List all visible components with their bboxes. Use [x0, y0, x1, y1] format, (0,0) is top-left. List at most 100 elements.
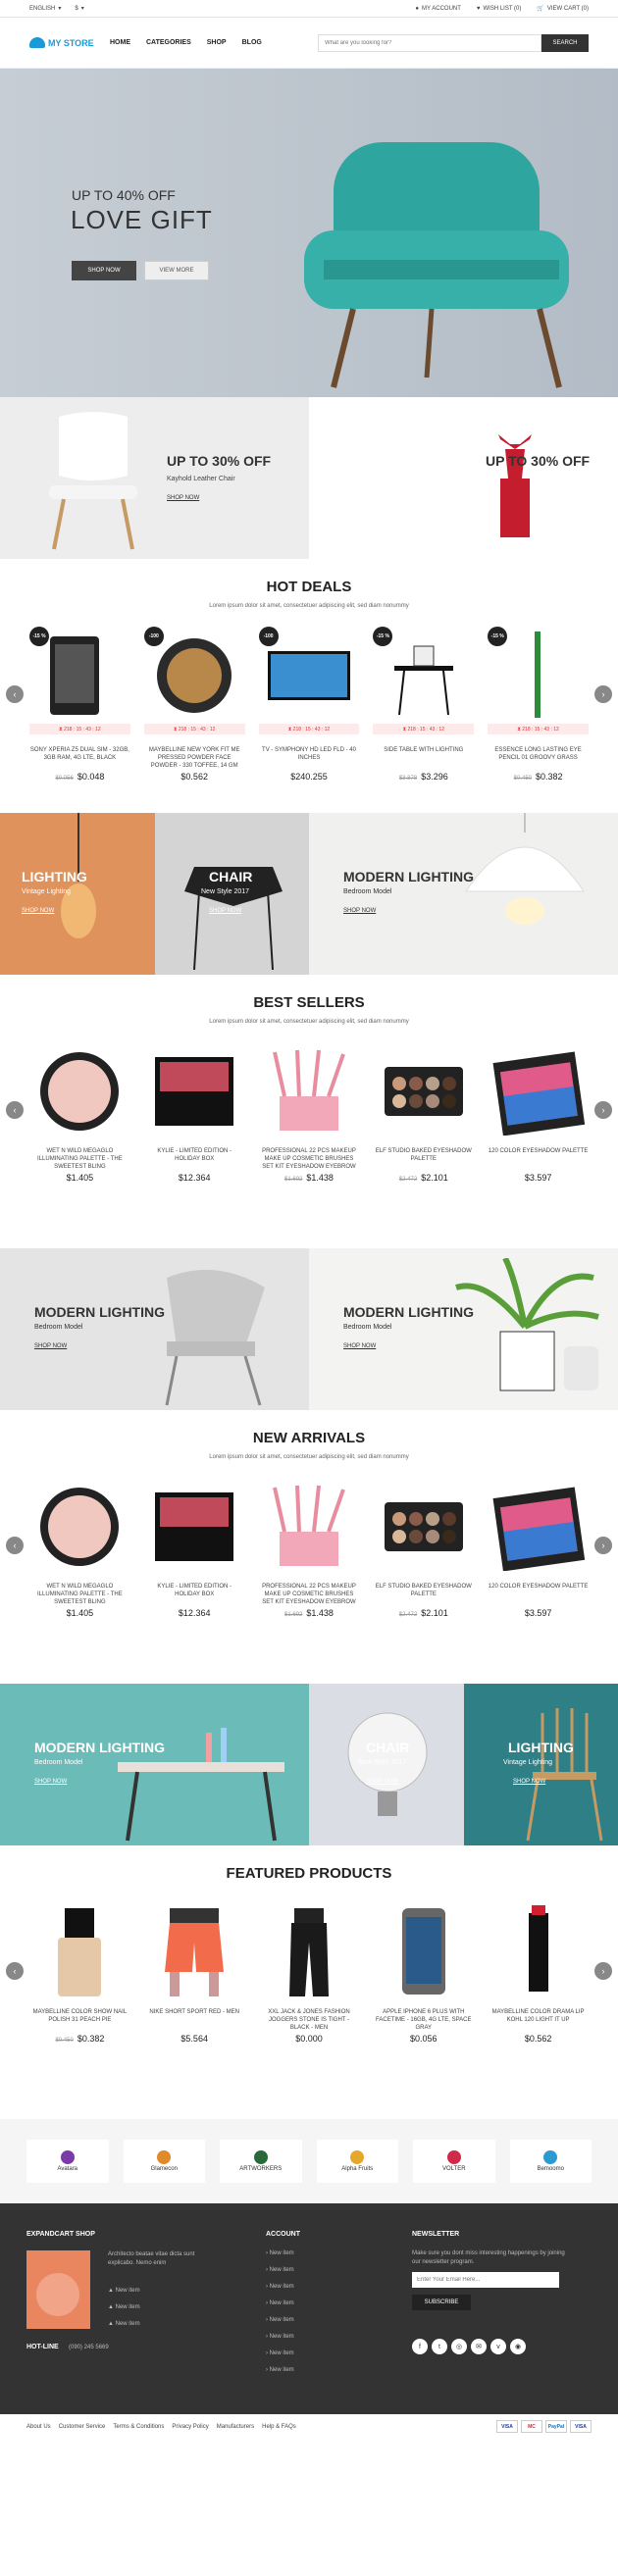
banner-link[interactable]: SHOP NOW — [209, 908, 241, 914]
wishlist-link[interactable]: ♥ WISH LIST (0) — [477, 5, 521, 12]
banner-modern-lighting[interactable]: MODERN LIGHTING Bedroom Model SHOP NOW — [0, 1684, 309, 1845]
product-name[interactable]: ELF STUDIO BAKED EYESHADOW PALETTE — [373, 1583, 474, 1606]
product-card[interactable]: -15 % ⧗ 218 : 15 : 43 : 12 SIDE TABLE WITH… — [373, 627, 475, 782]
nav-home[interactable]: HOME — [110, 39, 130, 46]
nav-categories[interactable]: CATEGORIES — [146, 39, 191, 46]
prev-arrow-icon[interactable]: ‹ — [6, 685, 24, 703]
banner-modern-lighting[interactable]: MODERN LIGHTING Bedroom Model SHOP NOW — [0, 1248, 309, 1410]
hero-banner[interactable]: UP TO 40% OFF LOVE GIFT SHOP NOW VIEW MO… — [0, 69, 618, 397]
product-image[interactable]: -15 % — [488, 627, 589, 720]
product-card[interactable]: KYLIE - LIMITED EDITION - HOLIDAY BOX $12… — [144, 1042, 245, 1183]
next-arrow-icon[interactable]: › — [594, 1537, 612, 1554]
banner-link[interactable]: SHOP NOW — [22, 908, 54, 914]
my-account-link[interactable]: ● MY ACCOUNT — [415, 5, 461, 12]
product-card[interactable]: MAYBELLINE COLOR DRAMA LIP KOHL 120 LIGH… — [488, 1903, 589, 2044]
hero-view-more-button[interactable]: VIEW MORE — [144, 261, 209, 280]
footer-link-about[interactable]: About Us — [26, 2424, 51, 2430]
hero-shop-now-button[interactable]: SHOP NOW — [72, 261, 136, 280]
product-name[interactable]: SIDE TABLE WITH LIGHTING — [373, 746, 474, 770]
brand-logo[interactable]: Alpha Fruits — [316, 2140, 398, 2183]
banner-link[interactable]: SHOP NOW — [34, 1779, 67, 1785]
banner-chair[interactable]: CHAIR New Style 2017 SHOP NOW — [309, 1684, 464, 1845]
product-name[interactable]: MAYBELLINE COLOR SHOW NAIL POLISH 31 PEA… — [29, 2008, 130, 2032]
view-cart-link[interactable]: 🛒 VIEW CART (0) — [537, 5, 589, 13]
product-card[interactable]: WET N WILD MEGAGLO ILLUMINATING PALETTE … — [29, 1042, 130, 1183]
product-name[interactable]: PROFESSIONAL 22 PCS MAKEUP MAKE UP COSME… — [259, 1147, 360, 1171]
account-link[interactable]: › New item — [266, 2367, 294, 2373]
product-name[interactable]: MAYBELLINE NEW YORK FIT ME PRESSED POWDE… — [144, 746, 245, 770]
next-arrow-icon[interactable]: › — [594, 1962, 612, 1980]
product-name[interactable]: ESSENCE LONG LASTING EYE PENCIL 01 GROOV… — [488, 746, 589, 770]
instagram-icon[interactable]: ◎ — [451, 2339, 467, 2354]
vimeo-icon[interactable]: v — [490, 2339, 506, 2354]
product-image[interactable] — [373, 1903, 474, 1996]
banner-chair[interactable]: CHAIR New Style 2017 SHOP NOW — [155, 813, 309, 975]
product-card[interactable]: XXL JACK & JONES FASHION JOGGERS STONE I… — [259, 1903, 360, 2044]
brand-logo[interactable]: Glamecon — [123, 2140, 205, 2183]
rss-icon[interactable]: ◉ — [510, 2339, 526, 2354]
account-link[interactable]: › New item — [266, 2300, 294, 2306]
brand-logo[interactable]: ARTWORKERS — [220, 2140, 302, 2183]
currency-select[interactable]: $ ▾ — [75, 5, 83, 13]
brand-logo[interactable]: Bemoomo — [509, 2140, 592, 2183]
footer-link-manufacturers[interactable]: Manufacturers — [217, 2424, 254, 2430]
account-link[interactable]: › New item — [266, 2317, 294, 2323]
product-card[interactable]: -15 % ⧗ 218 : 15 : 43 : 12 ESSENCE LONG LA… — [488, 627, 589, 782]
search-input[interactable] — [318, 33, 541, 52]
search-button[interactable]: SEARCH — [541, 33, 589, 52]
product-name[interactable]: NIKE SHORT SPORT RED - MEN — [144, 2008, 245, 2032]
brand-logo[interactable]: Avatara — [26, 2140, 109, 2183]
prev-arrow-icon[interactable]: ‹ — [6, 1101, 24, 1119]
footer-link-help[interactable]: Help & FAQs — [262, 2424, 296, 2430]
email-icon[interactable]: ✉ — [471, 2339, 487, 2354]
product-name[interactable]: TV - SYMPHONY HD LED FLD - 40 INCHES — [259, 746, 360, 770]
logo[interactable]: MY STORE — [29, 37, 100, 48]
product-card[interactable]: -100 ⧗ 218 : 15 : 43 : 12 MAYBELLINE NEW Y… — [143, 627, 245, 782]
product-name[interactable]: WET N WILD MEGAGLO ILLUMINATING PALETTE … — [29, 1147, 130, 1171]
product-image[interactable] — [373, 1042, 474, 1136]
product-card[interactable]: 120 COLOR EYESHADOW PALETTE $3.597 — [488, 1042, 589, 1183]
language-select[interactable]: ENGLISH ▾ — [29, 5, 61, 13]
promo-banner-chair[interactable]: UP TO 30% OFF Kayhold Leather Chair SHOP… — [0, 397, 309, 559]
product-image[interactable] — [29, 1903, 130, 1996]
banner-link[interactable]: SHOP NOW — [366, 1779, 398, 1785]
product-card[interactable]: 120 COLOR EYESHADOW PALETTE $3.597 — [488, 1478, 589, 1618]
product-image[interactable]: -100 — [143, 627, 245, 720]
product-card[interactable]: KYLIE - LIMITED EDITION - HOLIDAY BOX $12… — [144, 1478, 245, 1618]
product-card[interactable]: APPLE IPHONE 6 PLUS WITH FACETIME - 16GB… — [373, 1903, 474, 2044]
product-name[interactable]: MAYBELLINE COLOR DRAMA LIP KOHL 120 LIGH… — [488, 2008, 589, 2032]
nav-blog[interactable]: BLOG — [242, 39, 262, 46]
product-name[interactable]: 120 COLOR EYESHADOW PALETTE — [488, 1583, 589, 1606]
product-card[interactable]: PROFESSIONAL 22 PCS MAKEUP MAKE UP COSME… — [259, 1478, 360, 1618]
twitter-icon[interactable]: t — [432, 2339, 447, 2354]
product-image[interactable]: -15 % — [29, 627, 130, 720]
banner-modern-lighting-2[interactable]: MODERN LIGHTING Bedroom Model SHOP NOW — [309, 1248, 618, 1410]
product-image[interactable]: -100 — [258, 627, 360, 720]
footer-link-privacy[interactable]: Privacy Policy — [172, 2424, 208, 2430]
product-image[interactable] — [29, 1042, 130, 1136]
product-card[interactable]: ELF STUDIO BAKED EYESHADOW PALETTE $2.472… — [373, 1042, 474, 1183]
banner-lighting[interactable]: LIGHTING Vintage Lighting SHOP NOW — [0, 813, 155, 975]
promo-shop-now-link[interactable]: SHOP NOW — [167, 495, 199, 501]
product-card[interactable]: ELF STUDIO BAKED EYESHADOW PALETTE $2.472… — [373, 1478, 474, 1618]
product-card[interactable]: WET N WILD MEGAGLO ILLUMINATING PALETTE … — [29, 1478, 130, 1618]
facebook-icon[interactable]: f — [412, 2339, 428, 2354]
banner-lighting[interactable]: LIGHTING Vintage Lighting SHOP NOW — [464, 1684, 618, 1845]
footer-link-terms[interactable]: Terms & Conditions — [113, 2424, 164, 2430]
product-card[interactable]: NIKE SHORT SPORT RED - MEN $5.564 — [144, 1903, 245, 2044]
account-link[interactable]: › New item — [266, 2334, 294, 2340]
hotline-number[interactable]: (090) 245 5669 — [69, 2344, 109, 2352]
product-name[interactable]: WET N WILD MEGAGLO ILLUMINATING PALETTE … — [29, 1583, 130, 1606]
product-image[interactable] — [29, 1478, 130, 1571]
product-image[interactable] — [144, 1478, 245, 1571]
account-link[interactable]: › New item — [266, 2284, 294, 2290]
banner-link[interactable]: SHOP NOW — [34, 1343, 67, 1349]
product-name[interactable]: SONY XPERIA Z5 DUAL SIM - 32GB, 3GB RAM,… — [29, 746, 130, 770]
product-name[interactable]: 120 COLOR EYESHADOW PALETTE — [488, 1147, 589, 1171]
footer-link-customer-service[interactable]: Customer Service — [59, 2424, 106, 2430]
product-image[interactable] — [144, 1042, 245, 1136]
account-link[interactable]: › New item — [266, 2250, 294, 2256]
next-arrow-icon[interactable]: › — [594, 685, 612, 703]
product-card[interactable]: MAYBELLINE COLOR SHOW NAIL POLISH 31 PEA… — [29, 1903, 130, 2044]
shop-item[interactable]: ▲ New item — [108, 2321, 140, 2327]
